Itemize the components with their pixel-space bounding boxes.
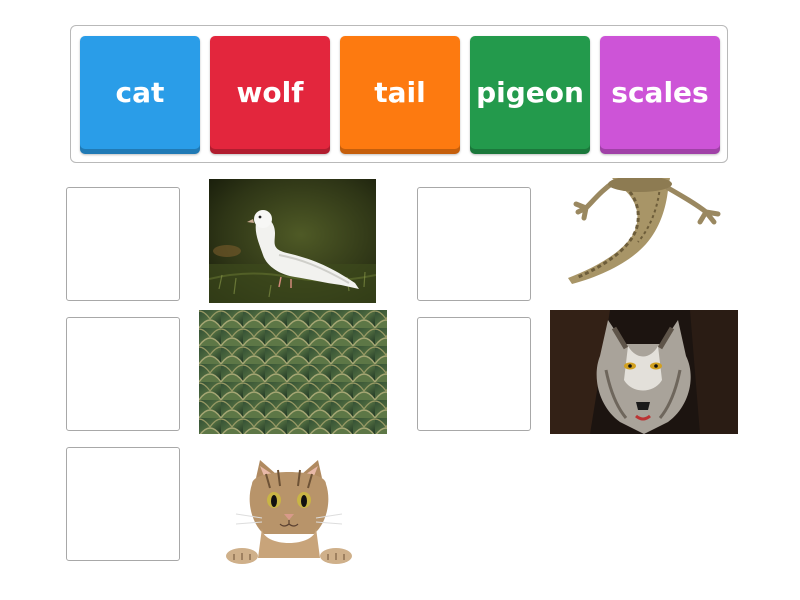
- scales-image: [199, 310, 387, 434]
- word-tile-scales[interactable]: scales: [600, 36, 720, 154]
- drop-zone-3[interactable]: [66, 317, 180, 431]
- drop-zone-1[interactable]: [66, 187, 180, 301]
- tail-image: [550, 178, 730, 290]
- word-tile-wolf[interactable]: wolf: [210, 36, 330, 154]
- drop-zone-5[interactable]: [66, 447, 180, 561]
- word-tile-pigeon[interactable]: pigeon: [470, 36, 590, 154]
- word-tile-tail[interactable]: tail: [340, 36, 460, 154]
- word-bank: cat wolf tail pigeon scales: [70, 25, 728, 163]
- drop-zone-4[interactable]: [417, 317, 531, 431]
- cat-image: [222, 458, 356, 566]
- pigeon-image: [209, 179, 376, 303]
- word-tile-cat[interactable]: cat: [80, 36, 200, 154]
- drop-zone-2[interactable]: [417, 187, 531, 301]
- wolf-image: [550, 310, 738, 434]
